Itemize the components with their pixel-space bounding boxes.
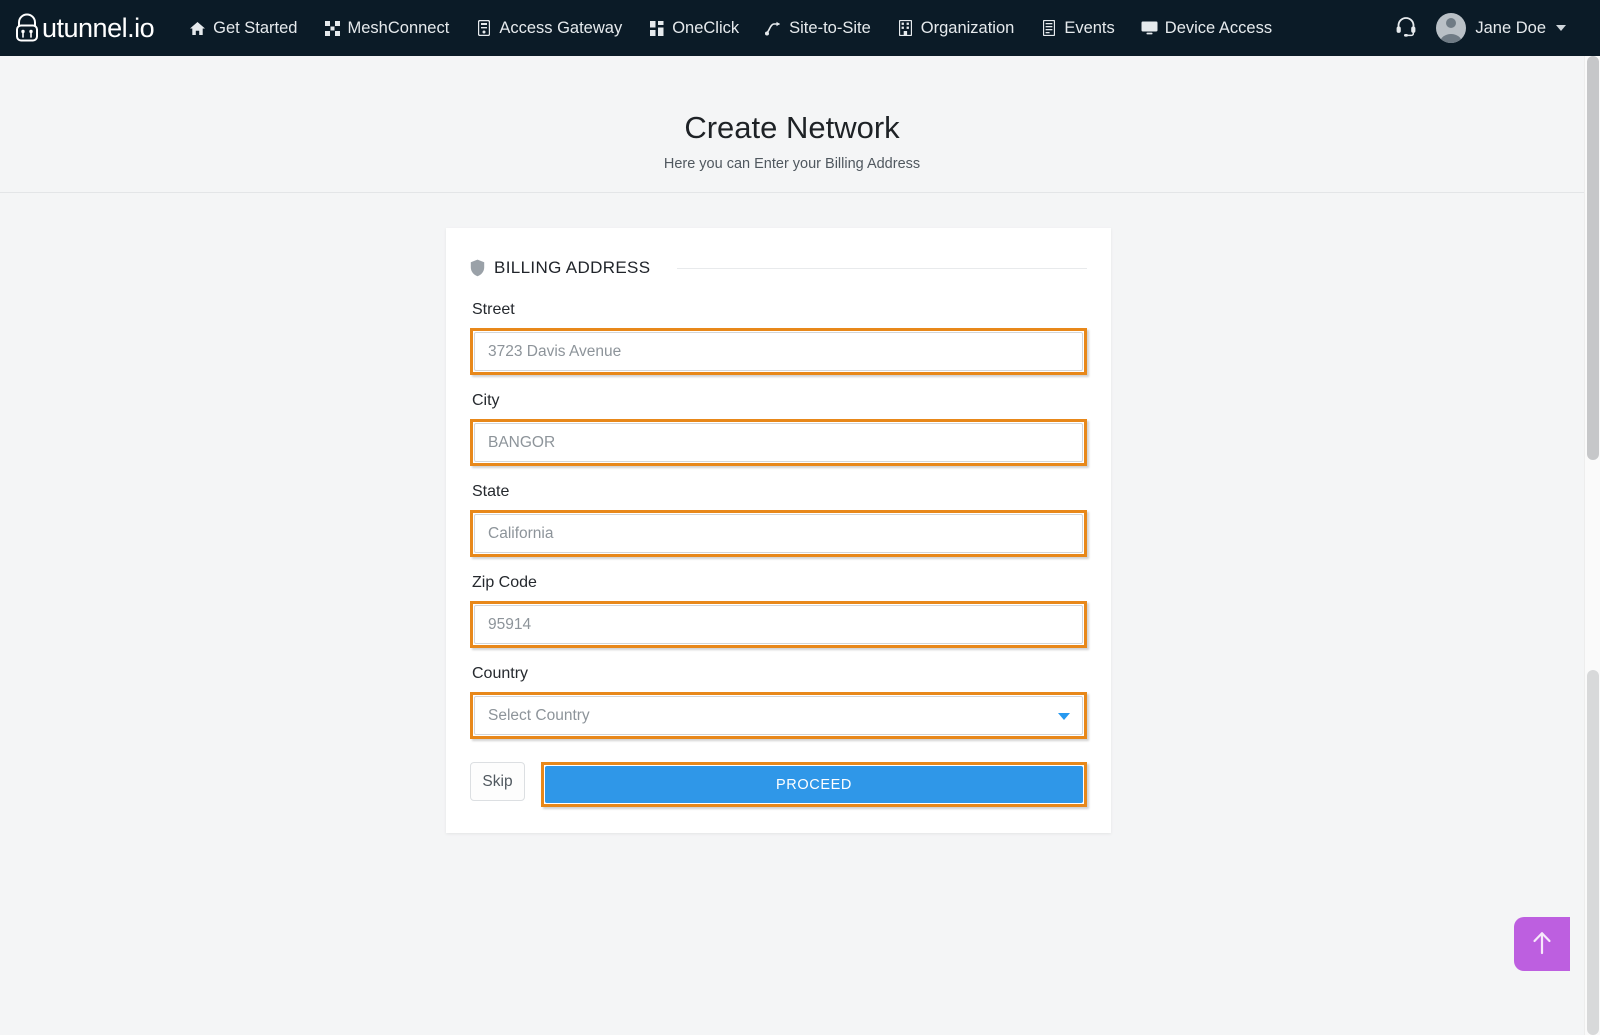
oneclick-icon xyxy=(648,20,665,37)
skip-button[interactable]: Skip xyxy=(470,762,525,801)
field-country: Country Select Country xyxy=(470,665,1087,739)
brand-name: utunnel.io xyxy=(42,12,155,43)
page-subtitle: Here you can Enter your Billing Address xyxy=(663,156,921,172)
state-input[interactable] xyxy=(474,514,1083,553)
home-icon xyxy=(189,20,206,37)
nav-label: Get Started xyxy=(213,18,298,37)
user-name: Jane Doe xyxy=(1475,18,1546,37)
street-highlight xyxy=(470,328,1087,375)
city-label: City xyxy=(472,392,500,409)
field-zip-code: Zip Code xyxy=(470,574,1087,648)
page-title: Create Network xyxy=(684,110,900,145)
field-state: State xyxy=(470,483,1087,557)
nav-item-oneclick[interactable]: OneClick xyxy=(635,13,752,44)
page-header: Create Network Here you can Enter your B… xyxy=(0,56,1584,193)
proceed-highlight: PROCEED xyxy=(541,762,1087,807)
nav-item-site-to-site[interactable]: Site-to-Site xyxy=(752,13,884,44)
country-select[interactable]: Select Country xyxy=(474,696,1083,735)
field-street: Street xyxy=(470,301,1087,375)
navbar-right: Jane Doe xyxy=(1386,8,1586,48)
nav-item-access-gateway[interactable]: Access Gateway xyxy=(462,13,635,44)
state-highlight xyxy=(470,510,1087,557)
city-highlight xyxy=(470,419,1087,466)
padlock-icon xyxy=(14,13,40,43)
nav-label: Device Access xyxy=(1164,18,1273,37)
chevron-down-icon xyxy=(1556,25,1566,31)
nav-label: Events xyxy=(1064,18,1115,37)
nav-label: Site-to-Site xyxy=(789,18,871,37)
headset-icon xyxy=(1395,15,1417,42)
form-actions: Skip PROCEED xyxy=(470,762,1087,807)
state-label: State xyxy=(472,483,510,500)
nav-item-events[interactable]: Events xyxy=(1027,13,1127,44)
country-label: Country xyxy=(472,665,529,682)
page-scrollbar[interactable] xyxy=(1584,56,1600,1035)
section-divider xyxy=(677,267,1087,269)
nav-item-meshconnect[interactable]: MeshConnect xyxy=(311,13,463,44)
mesh-icon xyxy=(324,20,341,37)
scrollbar-thumb[interactable] xyxy=(1587,56,1599,460)
user-menu[interactable]: Jane Doe xyxy=(1430,9,1576,47)
nav-item-device-access[interactable]: Device Access xyxy=(1128,13,1285,44)
nav-label: Organization xyxy=(920,18,1015,37)
nav-label: OneClick xyxy=(672,18,740,37)
country-select-wrap: Select Country xyxy=(474,696,1083,735)
building-icon xyxy=(897,20,914,37)
card-section-title: BILLING ADDRESS xyxy=(494,258,651,277)
avatar xyxy=(1436,13,1467,43)
top-navbar: utunnel.io Get Started MeshConnect Acces… xyxy=(0,0,1600,56)
support-button[interactable] xyxy=(1386,8,1426,48)
scroll-to-top-button[interactable] xyxy=(1514,917,1570,971)
city-input[interactable] xyxy=(474,423,1083,462)
field-city: City xyxy=(470,392,1087,466)
nav-label: Access Gateway xyxy=(499,18,623,37)
proceed-button[interactable]: PROCEED xyxy=(545,766,1083,803)
street-label: Street xyxy=(472,301,515,318)
scrollbar-thumb-secondary[interactable] xyxy=(1587,670,1599,1035)
billing-address-card: BILLING ADDRESS Street City State Zip Co… xyxy=(446,228,1111,833)
gateway-icon xyxy=(475,20,492,37)
zip-code-highlight xyxy=(470,601,1087,648)
nav-item-get-started[interactable]: Get Started xyxy=(176,13,310,44)
card-header: BILLING ADDRESS xyxy=(470,258,1087,278)
site-to-site-icon xyxy=(765,20,782,37)
arrow-up-icon xyxy=(1529,929,1555,960)
street-input[interactable] xyxy=(474,332,1083,371)
nav-item-organization[interactable]: Organization xyxy=(884,13,1028,44)
zip-code-input[interactable] xyxy=(474,605,1083,644)
events-icon xyxy=(1040,20,1057,37)
shield-icon xyxy=(470,259,485,277)
zip-code-label: Zip Code xyxy=(472,574,537,591)
monitor-icon xyxy=(1141,20,1158,37)
brand-logo[interactable]: utunnel.io xyxy=(14,12,155,43)
nav-items: Get Started MeshConnect Access Gateway O… xyxy=(176,13,1285,44)
nav-label: MeshConnect xyxy=(347,18,450,37)
country-highlight: Select Country xyxy=(470,692,1087,739)
